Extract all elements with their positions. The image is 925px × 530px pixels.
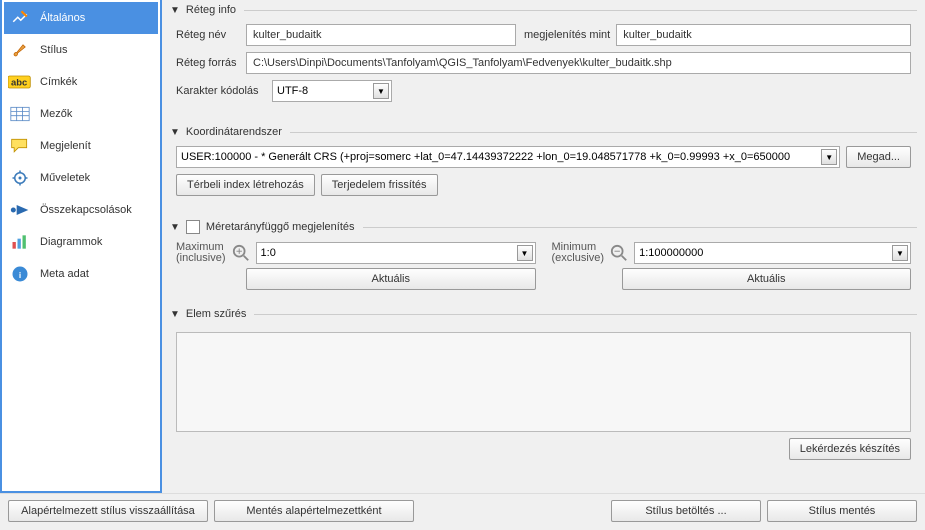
scale-checkbox[interactable] bbox=[186, 220, 200, 234]
group-crs: ▼ Koordinátarendszer USER:100000 - * Gen… bbox=[170, 122, 917, 206]
sidebar-item-label: Műveletek bbox=[40, 172, 90, 184]
chevron-down-icon: ▼ bbox=[821, 149, 837, 165]
brush-icon bbox=[8, 40, 32, 60]
info-icon: i bbox=[8, 264, 32, 284]
zoom-out-icon bbox=[610, 244, 628, 262]
display-as-label: megjelenítés mint bbox=[524, 29, 616, 41]
sidebar-item-style[interactable]: Stílus bbox=[4, 34, 158, 66]
crs-select[interactable]: USER:100000 - * Generált CRS (+proj=some… bbox=[176, 146, 840, 168]
layer-name-input[interactable] bbox=[246, 24, 516, 46]
max-current-button[interactable]: Aktuális bbox=[246, 268, 536, 290]
sidebar-item-label: Stílus bbox=[40, 44, 68, 56]
filter-textarea[interactable] bbox=[176, 332, 911, 432]
sidebar-item-labels[interactable]: abc Címkék bbox=[4, 66, 158, 98]
sidebar-item-label: Címkék bbox=[40, 76, 77, 88]
crs-specify-button[interactable]: Megad... bbox=[846, 146, 911, 168]
table-icon bbox=[8, 104, 32, 124]
min-current-button[interactable]: Aktuális bbox=[622, 268, 912, 290]
group-scale: ▼ Méretarányfüggő megjelenítés Maximum(i… bbox=[170, 216, 917, 294]
sidebar-item-label: Diagrammok bbox=[40, 236, 102, 248]
max-scale-label: Maximum(inclusive) bbox=[176, 242, 226, 264]
group-title: Méretarányfüggő megjelenítés bbox=[206, 221, 355, 233]
sidebar-item-label: Mezők bbox=[40, 108, 72, 120]
sidebar-item-actions[interactable]: Műveletek bbox=[4, 162, 158, 194]
sidebar-item-label: Általános bbox=[40, 12, 85, 24]
sidebar-item-metadata[interactable]: i Meta adat bbox=[4, 258, 158, 290]
encoding-label: Karakter kódolás bbox=[176, 85, 272, 97]
group-title: Koordinátarendszer bbox=[186, 126, 282, 138]
sidebar-item-label: Meta adat bbox=[40, 268, 89, 280]
save-style-button[interactable]: Stílus mentés bbox=[767, 500, 917, 522]
group-title: Elem szűrés bbox=[186, 308, 247, 320]
svg-text:abc: abc bbox=[11, 76, 27, 87]
group-title: Réteg info bbox=[186, 4, 236, 16]
spatial-index-button[interactable]: Térbeli index létrehozás bbox=[176, 174, 315, 196]
collapse-icon[interactable]: ▼ bbox=[170, 309, 180, 320]
zoom-in-icon bbox=[232, 244, 250, 262]
speech-icon bbox=[8, 136, 32, 156]
sidebar-item-joins[interactable]: Összekapcsolások bbox=[4, 194, 158, 226]
layer-name-label: Réteg név bbox=[176, 29, 246, 41]
gear-icon bbox=[8, 168, 32, 188]
collapse-icon[interactable]: ▼ bbox=[170, 222, 180, 233]
chevron-down-icon: ▼ bbox=[517, 245, 533, 261]
chart-icon bbox=[8, 232, 32, 252]
encoding-select[interactable]: UTF-8 ▼ bbox=[272, 80, 392, 102]
group-filter: ▼ Elem szűrés Lekérdezés készítés bbox=[170, 304, 917, 464]
collapse-icon[interactable]: ▼ bbox=[170, 5, 180, 16]
display-as-input[interactable] bbox=[616, 24, 911, 46]
chevron-down-icon: ▼ bbox=[373, 83, 389, 99]
footer: Alapértelmezett stílus visszaállítása Me… bbox=[0, 493, 925, 528]
join-icon bbox=[8, 200, 32, 220]
restore-default-style-button[interactable]: Alapértelmezett stílus visszaállítása bbox=[8, 500, 208, 522]
abc-icon: abc bbox=[8, 72, 32, 92]
chevron-down-icon: ▼ bbox=[892, 245, 908, 261]
tools-icon bbox=[8, 8, 32, 28]
min-scale-label: Minimum(exclusive) bbox=[552, 242, 605, 264]
collapse-icon[interactable]: ▼ bbox=[170, 127, 180, 138]
sidebar-item-display[interactable]: Megjelenít bbox=[4, 130, 158, 162]
sidebar-item-general[interactable]: Általános bbox=[4, 2, 158, 34]
max-scale-combo[interactable]: 1:0 ▼ bbox=[256, 242, 536, 264]
layer-source-label: Réteg forrás bbox=[176, 57, 246, 69]
main-panel: ▼ Réteg info Réteg név megjelenítés mint… bbox=[162, 0, 925, 493]
sidebar-item-label: Összekapcsolások bbox=[40, 204, 132, 216]
min-scale-combo[interactable]: 1:100000000 ▼ bbox=[634, 242, 911, 264]
layer-source-input[interactable] bbox=[246, 52, 911, 74]
sidebar-item-fields[interactable]: Mezők bbox=[4, 98, 158, 130]
update-extent-button[interactable]: Terjedelem frissítés bbox=[321, 174, 438, 196]
load-style-button[interactable]: Stílus betöltés ... bbox=[611, 500, 761, 522]
sidebar-item-diagrams[interactable]: Diagrammok bbox=[4, 226, 158, 258]
query-builder-button[interactable]: Lekérdezés készítés bbox=[789, 438, 911, 460]
save-as-default-button[interactable]: Mentés alapértelmezettként bbox=[214, 500, 414, 522]
sidebar: Általános Stílus abc Címkék Mezők Megjel… bbox=[0, 0, 162, 493]
group-layer-info: ▼ Réteg info Réteg név megjelenítés mint… bbox=[170, 0, 917, 112]
sidebar-item-label: Megjelenít bbox=[40, 140, 91, 152]
svg-text:i: i bbox=[19, 271, 21, 280]
